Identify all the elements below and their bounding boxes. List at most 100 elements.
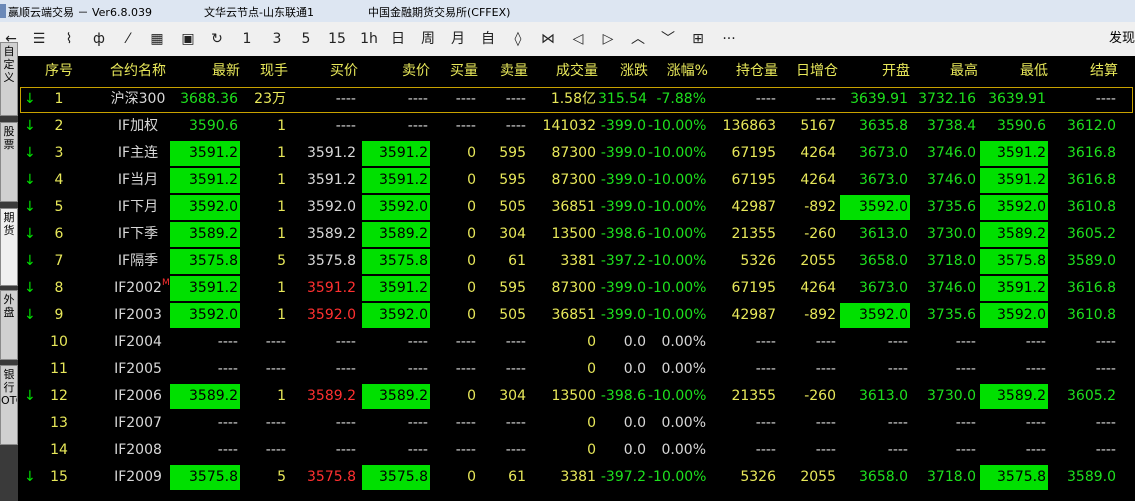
header-open-interest[interactable]: 持仓量: [710, 58, 778, 85]
period-15min-button[interactable]: 15: [327, 29, 347, 49]
header-last[interactable]: 最新: [170, 58, 240, 85]
cell-hand: 1: [277, 280, 286, 296]
cell-vol: 36851: [551, 307, 596, 323]
header-oi-change[interactable]: 日增仓: [782, 58, 838, 85]
header-hand[interactable]: 现手: [242, 58, 288, 85]
f10-icon[interactable]: ▦: [146, 29, 168, 49]
quote-list-icon[interactable]: ☰: [29, 29, 49, 49]
table-row[interactable]: ↓ 12 IF2006 3589.2 1 3589.2 3589.2 0 304 13500 -39…: [18, 383, 1135, 410]
cell-low: 3592.0: [980, 303, 1048, 328]
cell-pct: -10.00%: [648, 226, 707, 242]
zoom-in-icon[interactable]: ◊: [508, 29, 528, 49]
cell-settle: 3605.2: [1067, 388, 1116, 404]
toolbar: 发现 ← ☰ ⌇ ф ⁄ ▦ ▣ ↻ 1 3 5 15 1h 日周月自 ◊ ⋈ ◁ ▷ ︿ ﹀ ⊞ ···: [0, 22, 1135, 57]
header-change[interactable]: 涨跌: [598, 58, 648, 85]
period-week-button[interactable]: 周: [418, 29, 438, 49]
period-custom-button[interactable]: 自: [478, 29, 498, 49]
cell-chg: 0.0: [623, 442, 646, 458]
table-row[interactable]: 13 IF2007 ---- ---- ---- ---- ---- ---- 0 0.0 0.00…: [18, 410, 1135, 437]
arrow-left-icon[interactable]: ◁: [568, 29, 588, 49]
period-month-button[interactable]: 月: [448, 29, 468, 49]
header-bid-vol[interactable]: 买量: [434, 58, 478, 85]
cell-askv: 505: [499, 307, 526, 323]
table-row[interactable]: 11 IF2005 ---- ---- ---- ---- ---- ---- 0 0.0 0.00…: [18, 356, 1135, 383]
arrow-down-icon[interactable]: ﹀: [658, 29, 678, 49]
cell-last: ----: [217, 442, 238, 458]
formula-icon[interactable]: ⁄: [117, 29, 139, 49]
cell-vol: 87300: [551, 172, 596, 188]
cell-no: 15: [50, 469, 68, 485]
cell-ask: 3575.8: [362, 249, 430, 274]
period-day-button[interactable]: 日: [388, 29, 408, 49]
cell-last: 3575.8: [170, 249, 240, 274]
table-row[interactable]: ↓ 9 IF2003 3592.0 1 3592.0 3592.0 0 505 36851 -399…: [18, 302, 1135, 329]
table-row[interactable]: 14 IF2008 ---- ---- ---- ---- ---- ---- 0 0.0 0.00…: [18, 437, 1135, 464]
cell-high: ----: [955, 442, 976, 458]
period-1min-button[interactable]: 1: [240, 29, 254, 49]
cell-oi: 21355: [731, 226, 776, 242]
cell-high: 3718.0: [927, 469, 976, 485]
table-row[interactable]: ↓ 3 IF主连 3591.2 1 3591.2 3591.2 0 595 87300 -399.0…: [18, 140, 1135, 167]
table-row[interactable]: ↓ 4 IF当月 3591.2 1 3591.2 3591.2 0 595 87300 -399.0…: [18, 167, 1135, 194]
layout-icon[interactable]: ⊞: [688, 29, 708, 49]
period-1hour-button[interactable]: 1h: [359, 29, 379, 49]
table-row[interactable]: ↓ 6 IF下季 3589.2 1 3589.2 3589.2 0 304 13500 -398.6…: [18, 221, 1135, 248]
header-change-pct[interactable]: 涨幅%: [648, 58, 708, 85]
period-3min-button[interactable]: 3: [270, 29, 284, 49]
table-row[interactable]: ↓ 7 IF隔季 3575.8 5 3575.8 3575.8 0 61 3381 -397.2 -1…: [18, 248, 1135, 275]
header-high[interactable]: 最高: [910, 58, 978, 85]
down-arrow-icon: ↓: [24, 145, 36, 161]
header-open[interactable]: 开盘: [840, 58, 910, 85]
cell-vol: 0: [587, 442, 596, 458]
sidebar-tab-4[interactable]: 银行OTC: [0, 365, 18, 445]
cell-no: 6: [54, 226, 64, 242]
cell-low: 3592.0: [980, 195, 1048, 220]
cell-bid: ----: [335, 91, 356, 107]
sidebar-tab-2[interactable]: 期货: [0, 208, 18, 286]
table-row[interactable]: ↓ 1 沪深300 3688.36 23万 ---- ---- ---- ---- 1.58亿 31…: [18, 86, 1135, 113]
cell-askv: 505: [499, 199, 526, 215]
header-no[interactable]: 序号: [38, 58, 80, 85]
header-settle[interactable]: 结算: [1050, 58, 1118, 85]
cell-high: 3730.0: [927, 226, 976, 242]
line-chart-icon[interactable]: ⌇: [57, 29, 81, 49]
header-low[interactable]: 最低: [980, 58, 1048, 85]
cell-last: 3575.8: [170, 465, 240, 490]
cell-ask: 3591.2: [362, 168, 430, 193]
cell-hand: 1: [277, 388, 286, 404]
cell-low: ----: [1025, 334, 1046, 350]
save-icon[interactable]: ▣: [177, 29, 199, 49]
table-row[interactable]: ↓ 8 IF2002 3591.2 1 3591.2 3591.2 0 595 87300 -399…: [18, 275, 1135, 302]
refresh-icon[interactable]: ↻: [206, 29, 228, 49]
header-bid[interactable]: 买价: [294, 58, 358, 85]
table-row[interactable]: ↓ 15 IF2009 3575.8 5 3575.8 3575.8 0 61 3381 -397.…: [18, 464, 1135, 491]
period-5min-button[interactable]: 5: [298, 29, 314, 49]
cell-chg: -399.0: [600, 145, 646, 161]
arrow-right-icon[interactable]: ▷: [598, 29, 618, 49]
header-ask[interactable]: 卖价: [362, 58, 430, 85]
down-arrow-icon: ↓: [24, 307, 36, 323]
table-row[interactable]: ↓ 5 IF下月 3592.0 1 3592.0 3592.0 0 505 36851 -399.0…: [18, 194, 1135, 221]
cell-open: 3613.0: [859, 226, 908, 242]
discover-button[interactable]: 发现: [1109, 29, 1135, 49]
header-ask-vol[interactable]: 卖量: [482, 58, 528, 85]
more-icon[interactable]: ···: [717, 29, 741, 49]
cell-doi: 4264: [800, 145, 836, 161]
sidebar-tab-3[interactable]: 外盘: [0, 290, 18, 360]
candlestick-icon[interactable]: ф: [88, 29, 110, 49]
header-volume[interactable]: 成交量: [532, 58, 598, 85]
sidebar-tab-0[interactable]: 自定义: [0, 42, 18, 116]
cell-bid: 3589.2: [307, 226, 356, 242]
cell-oi: 67195: [731, 172, 776, 188]
table-row[interactable]: ↓ 2 IF加权 3590.6 1 ---- ---- ---- ---- 141032 -399.…: [18, 113, 1135, 140]
cell-open: ----: [887, 442, 908, 458]
arrow-up-icon[interactable]: ︿: [628, 29, 648, 49]
cell-open: ----: [887, 415, 908, 431]
cell-doi: -260: [804, 226, 836, 242]
cell-bidv: ----: [455, 361, 476, 377]
sidebar-tab-1[interactable]: 股票: [0, 122, 18, 202]
cell-bid: ----: [335, 442, 356, 458]
zoom-out-icon[interactable]: ⋈: [538, 29, 558, 49]
cell-last: 3592.0: [170, 195, 240, 220]
table-row[interactable]: 10 IF2004 ---- ---- ---- ---- ---- ---- 0 0.0 0.00…: [18, 329, 1135, 356]
